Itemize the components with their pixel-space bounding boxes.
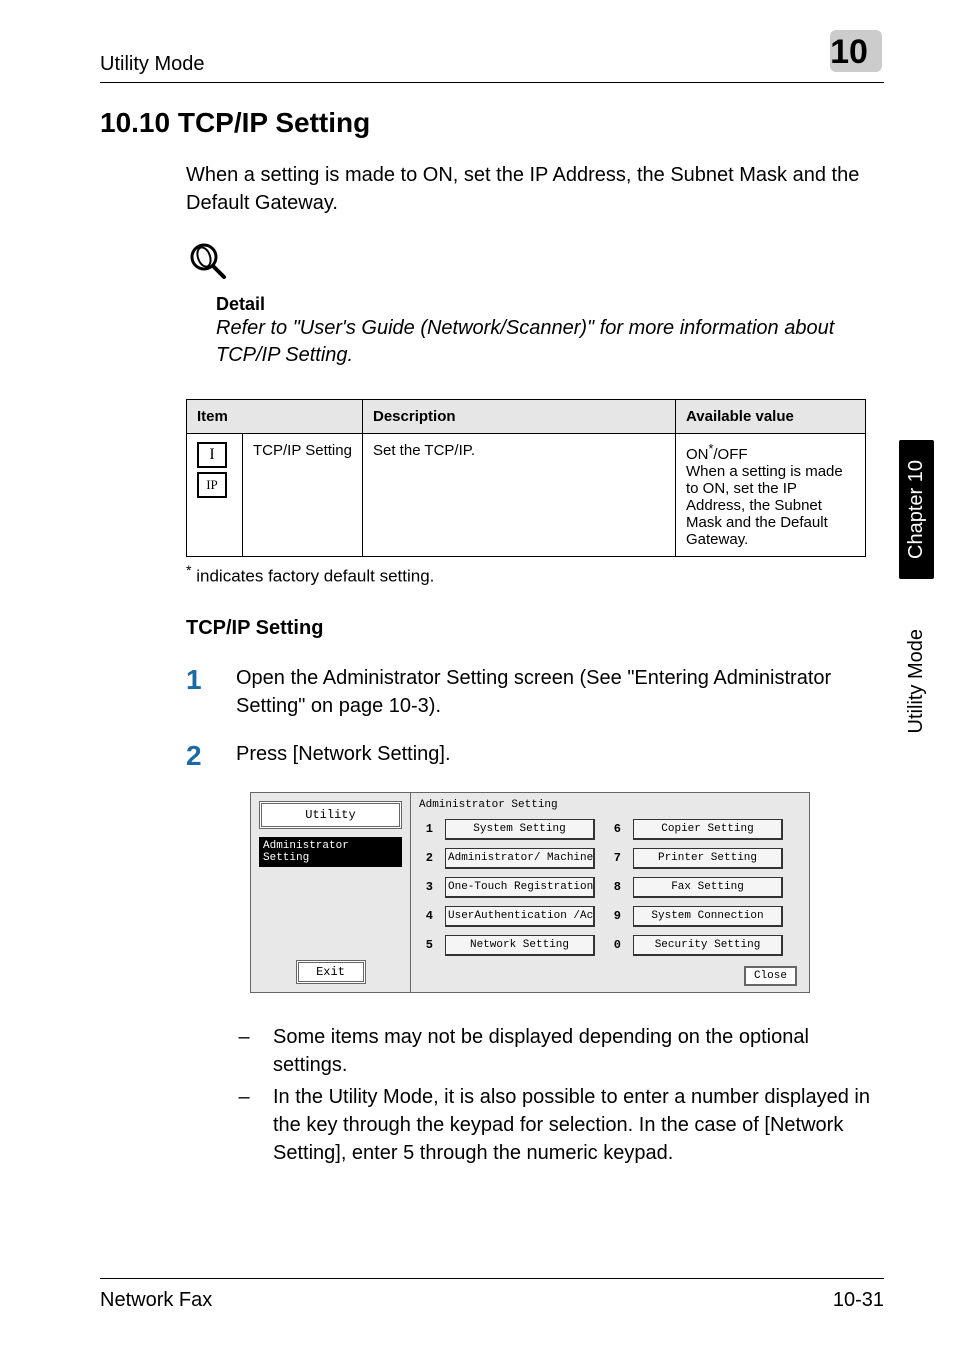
close-button[interactable]: Close xyxy=(744,966,797,986)
side-chapter: Chapter 10 xyxy=(899,440,934,579)
admin-machine-setting-button[interactable]: Administrator/ Machine Setting xyxy=(445,848,595,869)
chapter-badge: 10 xyxy=(820,30,884,76)
settings-table: Item Description Available value I IP TC… xyxy=(186,399,884,557)
side-tab: Chapter 10 Utility Mode xyxy=(899,440,934,753)
step-1-num: 1 xyxy=(186,664,216,720)
detail-block: Detail Refer to "User's Guide (Network/S… xyxy=(186,239,884,369)
menu-num: 2 xyxy=(419,851,433,865)
admin-setting-header: Administrator Setting xyxy=(419,799,801,811)
system-connection-button[interactable]: System Connection xyxy=(633,906,783,927)
security-setting-button[interactable]: Security Setting xyxy=(633,935,783,956)
admin-setting-screenshot: Utility Administrator Setting Exit Admin… xyxy=(250,792,884,993)
printer-setting-button[interactable]: Printer Setting xyxy=(633,848,783,869)
menu-num: 1 xyxy=(419,822,433,836)
note-2: In the Utility Mode, it is also possible… xyxy=(273,1083,884,1167)
page-header: Utility Mode 10 xyxy=(100,30,884,83)
footer-left: Network Fax xyxy=(100,1289,212,1312)
system-setting-button[interactable]: System Setting xyxy=(445,819,595,840)
one-touch-registration-button[interactable]: One-Touch Registration xyxy=(445,877,595,898)
step-1-text: Open the Administrator Setting screen (S… xyxy=(236,664,884,720)
menu-num: 6 xyxy=(607,822,621,836)
step-2-text: Press [Network Setting]. xyxy=(236,740,451,772)
step-2: 2 Press [Network Setting]. xyxy=(186,740,884,772)
side-mode: Utility Mode xyxy=(905,609,928,753)
step-2-num: 2 xyxy=(186,740,216,772)
magnifier-icon xyxy=(186,239,230,288)
item-icon-i: I xyxy=(197,442,227,468)
menu-num: 9 xyxy=(607,909,621,923)
th-avail: Available value xyxy=(676,400,866,434)
detail-body: Refer to "User's Guide (Network/Scanner)… xyxy=(216,315,884,369)
step-1: 1 Open the Administrator Setting screen … xyxy=(186,664,884,720)
admin-setting-selected[interactable]: Administrator Setting xyxy=(259,837,402,867)
note-1: Some items may not be displayed dependin… xyxy=(273,1023,884,1079)
menu-num: 5 xyxy=(419,938,433,952)
exit-button[interactable]: Exit xyxy=(296,960,366,984)
menu-num: 4 xyxy=(419,909,433,923)
user-auth-button[interactable]: UserAuthentication /Account Track xyxy=(445,906,595,927)
sub-heading: TCP/IP Setting xyxy=(186,617,884,640)
menu-num: 8 xyxy=(607,880,621,894)
th-desc: Description xyxy=(363,400,676,434)
notes-list: – Some items may not be displayed depend… xyxy=(235,1023,884,1167)
item-icon-ip: IP xyxy=(197,472,227,498)
detail-title: Detail xyxy=(216,294,884,315)
item-desc: Set the TCP/IP. xyxy=(363,434,676,557)
header-section: Utility Mode xyxy=(100,53,204,76)
menu-num: 7 xyxy=(607,851,621,865)
th-item: Item xyxy=(187,400,363,434)
page-footer: Network Fax 10-31 xyxy=(100,1278,884,1312)
copier-setting-button[interactable]: Copier Setting xyxy=(633,819,783,840)
network-setting-button[interactable]: Network Setting xyxy=(445,935,595,956)
menu-num: 0 xyxy=(607,938,621,952)
utility-title-button[interactable]: Utility xyxy=(259,801,402,829)
section-heading: 10.10 TCP/IP Setting xyxy=(100,107,884,139)
fax-setting-button[interactable]: Fax Setting xyxy=(633,877,783,898)
footer-right: 10-31 xyxy=(833,1289,884,1312)
intro-text: When a setting is made to ON, set the IP… xyxy=(186,161,884,217)
item-name: TCP/IP Setting xyxy=(243,434,363,557)
menu-num: 3 xyxy=(419,880,433,894)
footnote: * indicates factory default setting. xyxy=(186,563,884,587)
table-row: I IP TCP/IP Setting Set the TCP/IP. ON*/… xyxy=(187,434,866,557)
item-avail: ON*/OFF When a setting is made to ON, se… xyxy=(676,434,866,557)
